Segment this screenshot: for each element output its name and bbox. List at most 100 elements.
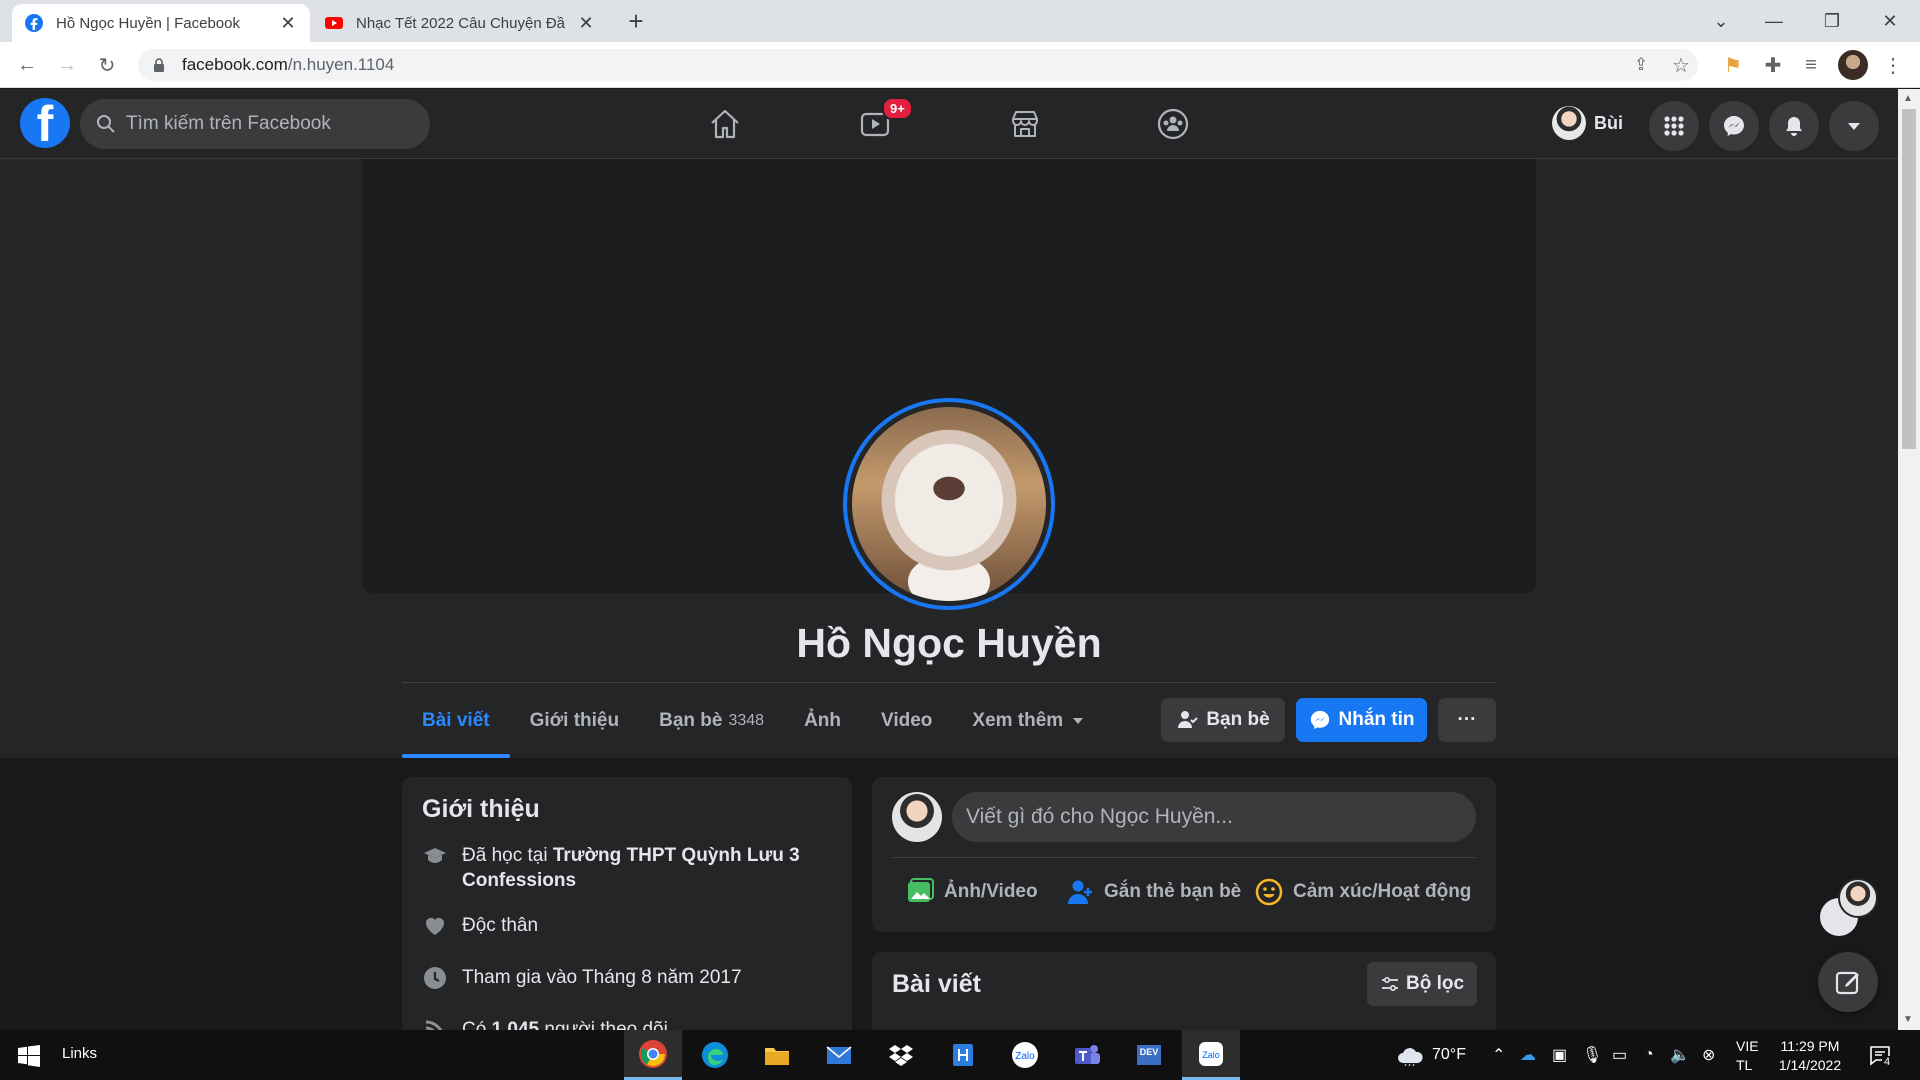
taskbar-edge[interactable]: [686, 1030, 744, 1080]
youtube-icon: [325, 17, 343, 29]
dev-app-icon: DEV: [1137, 1045, 1161, 1065]
tag-friends-button[interactable]: Gắn thẻ bạn bè: [1066, 872, 1241, 912]
taskbar-visual-studio[interactable]: [934, 1030, 992, 1080]
lang-line-2: TL: [1736, 1057, 1753, 1073]
user-avatar: [1552, 106, 1586, 140]
filter-button[interactable]: Bộ lọc: [1367, 962, 1477, 1006]
more-options-button[interactable]: ···: [1438, 698, 1496, 742]
forward-arrow-icon[interactable]: →: [52, 50, 82, 80]
tray-app-icon[interactable]: ▣: [1552, 1030, 1567, 1080]
account-button[interactable]: [1829, 101, 1879, 151]
taskbar-teams[interactable]: [1058, 1030, 1116, 1080]
tab-about[interactable]: Giới thiệu: [510, 684, 640, 758]
nav-marketplace-tab[interactable]: [970, 97, 1080, 151]
bell-icon: [1786, 117, 1802, 136]
taskbar-file-explorer[interactable]: [748, 1030, 806, 1080]
tab-label: Video: [881, 710, 933, 731]
nav-watch-tab[interactable]: [820, 97, 930, 151]
taskbar-dev-app[interactable]: DEV: [1120, 1030, 1178, 1080]
close-tab-icon[interactable]: ✕: [278, 13, 298, 34]
media-control-icon[interactable]: ≡: [1796, 50, 1826, 80]
profile-picture[interactable]: [843, 398, 1055, 610]
weather-widget[interactable]: 70°F: [1396, 1030, 1466, 1080]
facebook-logo-icon[interactable]: f: [20, 98, 70, 148]
taskbar-zalo-pc[interactable]: Zalo: [1182, 1030, 1240, 1080]
reload-icon[interactable]: ↻: [92, 50, 122, 80]
filter-sliders-icon: [1381, 976, 1398, 992]
volume-icon[interactable]: 🔈: [1670, 1030, 1690, 1080]
system-clock[interactable]: 11:29 PM 1/14/2022: [1762, 1037, 1858, 1075]
chrome-menu-icon[interactable]: ⋮: [1878, 50, 1908, 80]
extension-icon[interactable]: ⚑: [1718, 50, 1748, 80]
taskbar-zalo[interactable]: Zalo: [996, 1030, 1054, 1080]
nav-home-tab[interactable]: [670, 97, 780, 151]
search-placeholder: Tìm kiếm trên Facebook: [126, 113, 331, 134]
microphone-icon[interactable]: 🎙: [1582, 1030, 1602, 1080]
minimize-icon[interactable]: —: [1745, 0, 1803, 42]
restore-icon[interactable]: ❐: [1803, 0, 1861, 42]
composer-input[interactable]: Viết gì đó cho Ngọc Huyền...: [952, 792, 1476, 842]
composer-avatar[interactable]: [892, 792, 942, 842]
composer-placeholder: Viết gì đó cho Ngọc Huyền...: [966, 805, 1233, 828]
photo-icon: [908, 878, 934, 902]
new-tab-button[interactable]: +: [620, 6, 652, 38]
posts-card: Bài viết Bộ lọc: [872, 952, 1496, 1030]
photo-video-label: Ảnh/Video: [944, 881, 1038, 902]
close-window-icon[interactable]: ✕: [1861, 0, 1919, 42]
intro-education: Đã học tại Trường THPT Quỳnh Lưu 3 Confe…: [422, 843, 822, 893]
bookmark-star-icon[interactable]: ☆: [1666, 50, 1696, 80]
menu-button[interactable]: [1649, 101, 1699, 151]
wifi-icon[interactable]: ◔: [1644, 1030, 1654, 1080]
profile-picture-image: [852, 407, 1046, 601]
chat-head-user[interactable]: [1838, 878, 1878, 918]
nav-user-profile[interactable]: Bùi: [1552, 103, 1623, 143]
windows-start-icon[interactable]: [18, 1045, 40, 1067]
taskbar-mail[interactable]: [810, 1030, 868, 1080]
new-message-button[interactable]: [1818, 952, 1878, 1012]
tab-label: Giới thiệu: [529, 710, 620, 731]
taskbar-links-toolbar[interactable]: Links: [62, 1045, 97, 1062]
browser-tab-youtube[interactable]: Nhạc Tết 2022 Câu Chuyện Đầu Năm ✕: [312, 4, 608, 42]
scroll-up-arrow-icon[interactable]: ▲: [1903, 93, 1913, 104]
facebook-search-input[interactable]: Tìm kiếm trên Facebook: [80, 99, 430, 149]
friends-button[interactable]: Bạn bè: [1161, 698, 1285, 742]
vpn-disconnect-icon[interactable]: ⊗: [1702, 1030, 1715, 1080]
tray-overflow-icon[interactable]: ⌃: [1492, 1030, 1505, 1080]
close-tab-icon[interactable]: ✕: [576, 13, 596, 34]
cloud-weather-icon: [1398, 1048, 1423, 1066]
message-button[interactable]: Nhắn tin: [1296, 698, 1427, 742]
notifications-button[interactable]: [1769, 101, 1819, 151]
tab-posts[interactable]: Bài viết: [402, 684, 510, 758]
groups-icon: [1157, 108, 1189, 140]
intro-joined: Tham gia vào Tháng 8 năm 2017: [422, 965, 742, 991]
onedrive-icon[interactable]: ☁: [1520, 1030, 1536, 1080]
taskbar-dropbox[interactable]: [872, 1030, 930, 1080]
tab-friends[interactable]: Bạn bè 3348: [639, 684, 784, 758]
address-bar[interactable]: facebook.com/n.huyen.1104: [138, 49, 1698, 81]
watch-notification-badge: 9+: [882, 97, 913, 120]
action-center-button[interactable]: 4: [1868, 1030, 1893, 1080]
tab-photos[interactable]: Ảnh: [784, 684, 861, 758]
filter-label: Bộ lọc: [1405, 973, 1465, 994]
photo-video-button[interactable]: Ảnh/Video: [906, 872, 1038, 912]
feeling-activity-button[interactable]: Cảm xúc/Hoạt động: [1255, 872, 1471, 912]
share-icon[interactable]: ⇪: [1626, 50, 1656, 80]
followers-prefix: Có: [462, 1019, 487, 1030]
browser-profile-avatar[interactable]: [1838, 50, 1868, 80]
tab-more[interactable]: Xem thêm: [952, 684, 1105, 758]
tab-videos[interactable]: Video: [861, 684, 952, 758]
scroll-down-arrow-icon[interactable]: ▼: [1903, 1014, 1913, 1025]
messenger-button[interactable]: [1709, 101, 1759, 151]
svg-text:Zalo: Zalo: [1202, 1050, 1220, 1060]
browser-tab-facebook[interactable]: Hồ Ngọc Huyền | Facebook ✕: [12, 4, 310, 42]
battery-icon[interactable]: ▭: [1612, 1030, 1627, 1080]
tag-person-icon: [1068, 880, 1092, 904]
input-language[interactable]: VIE TL: [1736, 1037, 1759, 1075]
back-arrow-icon[interactable]: ←: [12, 50, 42, 80]
page-scrollbar[interactable]: ▲ ▼: [1898, 89, 1920, 1030]
taskbar-chrome[interactable]: [624, 1030, 682, 1080]
nav-groups-tab[interactable]: [1118, 97, 1228, 151]
scrollbar-thumb[interactable]: [1902, 109, 1916, 449]
puzzle-icon[interactable]: ✚: [1758, 50, 1788, 80]
tab-search-icon[interactable]: ⌄: [1692, 0, 1750, 42]
